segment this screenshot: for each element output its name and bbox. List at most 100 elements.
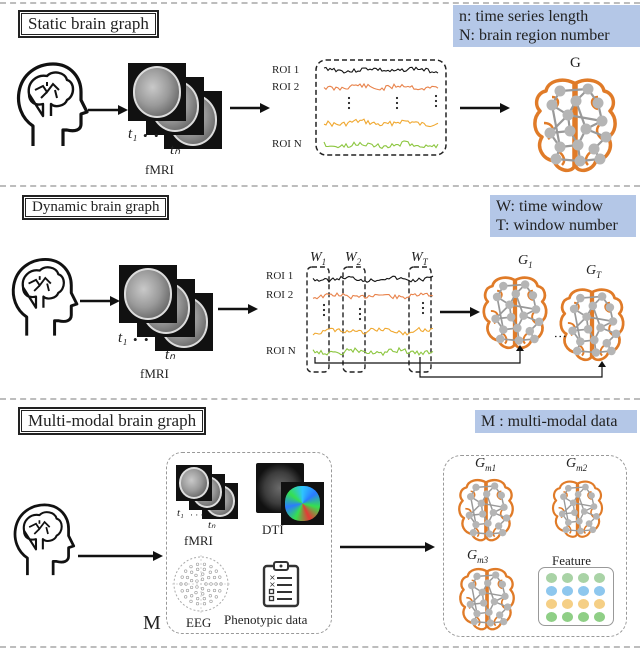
eeg-electrode [195, 585, 199, 589]
graph-node [564, 519, 572, 526]
time-dots: · · · [190, 510, 204, 520]
eeg-electrode [214, 569, 218, 573]
arrow-fmri-to-timeseries [230, 103, 270, 113]
brain-outline [27, 71, 75, 118]
eeg-electrode [190, 585, 194, 590]
graph-node [472, 521, 480, 529]
time-dots: • • [143, 128, 159, 143]
feature-dot [546, 573, 557, 583]
brain-graph-g [533, 78, 617, 173]
divider-dynamic-multimodal [0, 398, 640, 400]
eeg-electrode [218, 575, 222, 579]
graph-node [564, 484, 572, 492]
static-timeseries-panel [315, 59, 447, 156]
roi-2-series [323, 82, 439, 92]
vertical-ellipsis-dot [434, 94, 438, 98]
graph-node [575, 517, 583, 525]
arrow-timeseries-to-graphs [440, 307, 480, 317]
eeg-electrode [202, 597, 206, 601]
eeg-electrode [194, 591, 198, 595]
eeg-electrode [214, 595, 218, 599]
eeg-electrode [207, 575, 211, 580]
feature-dot [578, 573, 589, 583]
tn-label: tₙ [165, 347, 176, 363]
graph-node [588, 301, 598, 311]
graph-node [501, 592, 509, 600]
graph-gm3-label: Gm3 [467, 548, 489, 565]
phenotypic-caption: Phenotypic data [224, 612, 308, 627]
eeg-electrode [185, 575, 190, 580]
eeg-electrode [201, 592, 205, 596]
graph-node [562, 109, 574, 121]
graph-node [562, 526, 570, 534]
graph-node [513, 323, 522, 333]
feature-dot [578, 612, 589, 622]
fmri-caption: fMRI [145, 162, 174, 177]
graph-node [585, 520, 593, 528]
graph-node [572, 139, 584, 151]
graph-node [506, 312, 516, 322]
graph-node [511, 289, 521, 299]
divider-static-dynamic [0, 185, 640, 187]
graph-node [480, 599, 488, 607]
graph-node [519, 311, 528, 320]
eeg-electrode [189, 599, 193, 603]
eeg-electrode [190, 570, 194, 574]
eeg-electrode [201, 572, 205, 576]
feature-dot [594, 599, 605, 609]
eeg-electrode [218, 589, 222, 593]
multimodal-legend: M : multi-modal data [475, 410, 637, 433]
graph-node [484, 579, 492, 587]
window-to-graph-connectors [314, 345, 606, 378]
eeg-electrode [200, 577, 205, 581]
roi-2-label: ROI 2 [272, 81, 300, 93]
eeg-electrode [202, 602, 207, 606]
graph-node [582, 312, 591, 321]
graph-node [596, 323, 605, 332]
eeg-electrode [209, 565, 213, 569]
feature-dot [562, 599, 573, 609]
graph-node [528, 291, 538, 300]
brain-graph-gm2 [551, 480, 604, 538]
graph-node [554, 85, 566, 97]
feature-matrix [538, 567, 614, 626]
eeg-electrode [200, 587, 205, 591]
t1-label: t₁ [177, 507, 184, 519]
eeg-electrode [180, 589, 184, 593]
vertical-ellipsis-dot [434, 99, 438, 103]
arrow-head-to-fmri [88, 105, 128, 115]
dynamic-section-title: Dynamic brain graph [22, 195, 170, 220]
vertical-ellipsis-dot [421, 311, 425, 315]
graph-gm1-label: Gm1 [475, 456, 497, 473]
eeg-electrode [195, 602, 200, 606]
graph-node [477, 499, 485, 507]
vertical-ellipsis-dot [434, 104, 438, 108]
t1-label: t₁ [118, 330, 128, 346]
eeg-caption: EEG [186, 615, 212, 630]
tn-label: tₙ [208, 519, 216, 531]
feature-dot [546, 612, 557, 622]
graph-gt-label: GT [586, 263, 602, 280]
graph-node [504, 603, 512, 611]
vertical-ellipsis-dot [395, 101, 399, 105]
graph-node [605, 303, 615, 312]
dti-caption: DTI [262, 522, 284, 537]
feature-dot [562, 612, 573, 622]
fmri-slice [119, 265, 177, 323]
top-divider [0, 2, 640, 4]
multimodal-section-title: Multi-modal brain graph [18, 407, 207, 435]
graph-node [468, 582, 476, 590]
roi-2-series [312, 292, 434, 300]
feature-dot [562, 573, 573, 583]
brain-graph-gm3 [459, 568, 515, 631]
static-section-title: Static brain graph [18, 10, 159, 38]
graph-node [592, 97, 604, 109]
graph-node [485, 608, 493, 616]
time-dots: • • [133, 332, 149, 347]
eeg-electrode [208, 570, 212, 574]
roi-1-series [323, 66, 439, 74]
graph-node [469, 529, 477, 537]
feature-dot [594, 612, 605, 622]
feature-dot [562, 586, 573, 596]
roi-1-label: ROI 1 [272, 64, 300, 76]
